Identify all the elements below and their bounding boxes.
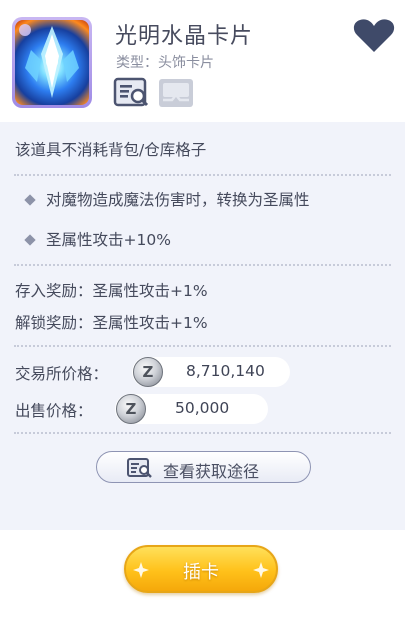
divider: [14, 174, 391, 176]
divider: [14, 264, 391, 266]
sparkle-icon: [253, 562, 269, 578]
sell-price-value: 50,000: [175, 399, 230, 417]
diamond-bullet-icon: [24, 194, 36, 206]
card-type: 类型：头饰卡片: [116, 55, 214, 71]
effect-line: 对魔物造成魔法伤害时，转换为圣属性: [46, 191, 310, 209]
divider: [14, 432, 391, 434]
box-icon[interactable]: [157, 76, 195, 110]
exchange-price-label: 交易所价格：: [15, 365, 109, 383]
heart-icon[interactable]: [352, 18, 396, 54]
sell-price-label: 出售价格：: [15, 402, 93, 420]
inspect-icon[interactable]: [113, 76, 151, 110]
unlock-reward: 解锁奖励：圣属性攻击+1%: [15, 314, 208, 332]
view-source-button[interactable]: 查看获取途径: [96, 451, 311, 483]
insert-card-button[interactable]: 插卡: [124, 545, 278, 593]
diamond-bullet-icon: [24, 234, 36, 246]
exchange-price-value: 8,710,140: [186, 362, 265, 380]
zeny-coin-icon: Z: [116, 394, 146, 424]
deposit-reward: 存入奖励：圣属性攻击+1%: [15, 282, 208, 300]
item-header: 光明水晶卡片 类型：头饰卡片: [0, 0, 405, 122]
zeny-coin-icon: Z: [133, 357, 163, 387]
card-title: 光明水晶卡片: [115, 24, 254, 49]
divider: [14, 345, 391, 347]
effect-line: 圣属性攻击+10%: [46, 231, 171, 249]
card-image-icon: [12, 17, 92, 108]
storage-note: 该道具不消耗背包/仓库格子: [15, 141, 207, 159]
view-source-label: 查看获取途径: [163, 462, 260, 481]
inspect-icon: [127, 458, 152, 478]
